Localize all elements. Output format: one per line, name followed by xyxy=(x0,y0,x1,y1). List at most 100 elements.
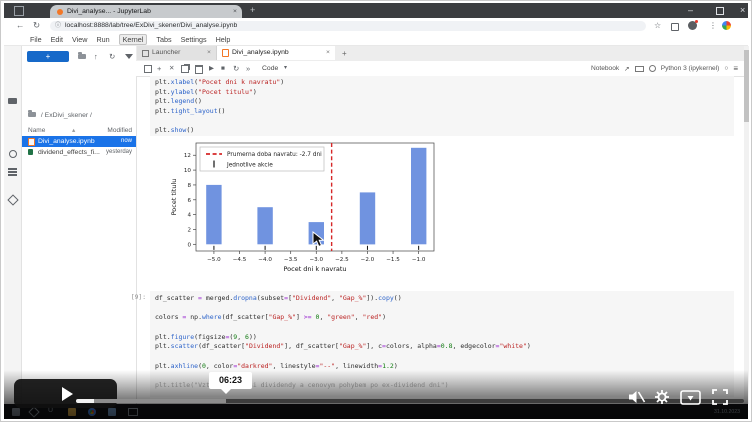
new-launcher-button[interactable]: + xyxy=(27,51,69,62)
menu-edit[interactable]: Edit xyxy=(51,35,63,44)
column-name[interactable]: Name xyxy=(28,125,45,136)
settings-gear-icon[interactable] xyxy=(654,389,670,405)
kernel-status-icon: ○ xyxy=(724,65,728,72)
stop-kernel-icon[interactable]: ■ xyxy=(221,61,225,76)
menu-settings[interactable]: Settings xyxy=(181,35,207,44)
code-line[interactable]: plt.show() xyxy=(155,126,734,136)
extension-icon[interactable] xyxy=(671,23,679,31)
kernel-settings-icon[interactable] xyxy=(649,65,656,72)
code-line[interactable]: plt.axhline(0, color="darkred", linestyl… xyxy=(155,362,734,372)
seekbar-hover[interactable] xyxy=(94,399,226,403)
play-button[interactable] xyxy=(14,379,117,408)
menu-help[interactable]: Help xyxy=(216,35,231,44)
close-tab-icon[interactable]: × xyxy=(326,46,330,60)
svg-text:Pocet titulu: Pocet titulu xyxy=(170,179,178,216)
fullscreen-icon[interactable] xyxy=(712,389,728,405)
bookmark-star-icon[interactable]: ☆ xyxy=(654,18,661,33)
url-bar[interactable]: ⓘ localhost:8888/lab/tree/ExDivi_skener/… xyxy=(50,21,646,32)
launcher-tab-label: Launcher xyxy=(152,46,180,60)
avatar-icon[interactable] xyxy=(688,21,697,30)
table-of-contents-icon[interactable] xyxy=(8,168,17,170)
menu-tabs[interactable]: Tabs xyxy=(156,35,171,44)
add-tab-icon[interactable]: + xyxy=(342,46,347,61)
window-close-icon[interactable]: × xyxy=(740,3,745,18)
windows-taskbar: U 31.10.2023 xyxy=(4,404,748,419)
mute-icon[interactable] xyxy=(628,390,646,404)
cell-type-select[interactable]: Code xyxy=(262,61,278,76)
chrome-icon[interactable] xyxy=(88,408,96,416)
url-text: localhost:8888/lab/tree/ExDivi_skener/Di… xyxy=(65,21,625,32)
code-line[interactable] xyxy=(155,117,734,127)
column-modified[interactable]: Modified xyxy=(107,125,132,136)
file-row[interactable]: dividend_effects_fi... yesterday xyxy=(22,147,136,158)
reload-icon[interactable]: ↻ xyxy=(33,18,40,33)
filter-icon[interactable] xyxy=(125,54,133,59)
refresh-files-icon[interactable]: ↻ xyxy=(109,51,115,62)
code-line[interactable]: plt.scatter(df_scatter["Dividend"], df_s… xyxy=(155,342,734,352)
browser-tab[interactable]: Divi_analyse... - JupyterLab × xyxy=(50,5,242,18)
file-explorer-icon[interactable] xyxy=(12,408,20,416)
code-line[interactable] xyxy=(155,352,734,362)
tab-launcher[interactable]: Launcher × xyxy=(137,46,217,60)
scrollbar-thumb[interactable] xyxy=(744,50,749,122)
svg-text:−3.5: −3.5 xyxy=(284,257,298,263)
code-line[interactable] xyxy=(155,323,734,333)
code-line[interactable]: plt.legend() xyxy=(155,97,734,107)
new-folder-icon[interactable] xyxy=(78,51,86,62)
restart-kernel-icon[interactable]: ↻ xyxy=(233,61,239,76)
code-line[interactable]: plt.ylabel("Pocet titulu") xyxy=(155,88,734,98)
run-cell-icon[interactable]: ▶ xyxy=(209,61,214,76)
run-all-icon[interactable]: » xyxy=(246,61,250,76)
kernel-name[interactable]: Python 3 (ipykernel) xyxy=(661,65,720,72)
running-kernels-icon[interactable] xyxy=(9,150,17,158)
menu-run[interactable]: Run xyxy=(96,35,109,44)
tab-close-icon[interactable]: × xyxy=(233,5,237,18)
seekbar-progress[interactable] xyxy=(76,399,94,403)
file-browser-icon[interactable] xyxy=(8,98,17,104)
app-icon[interactable]: U xyxy=(48,407,53,414)
taskbar-clock[interactable]: 31.10.2023 xyxy=(714,409,740,415)
profile-icon[interactable] xyxy=(722,21,731,30)
file-modified: yesterday xyxy=(106,147,132,158)
notebook-label: Notebook xyxy=(591,65,619,72)
file-browser-panel: + ↑ ↻ / ExDivi_skener / Name ▴ Modified … xyxy=(22,46,137,404)
copy-cell-icon[interactable] xyxy=(181,65,189,73)
code-line[interactable]: df_scatter = merged.dropna(subset=["Divi… xyxy=(155,294,734,304)
extension-manager-icon[interactable] xyxy=(7,194,18,205)
browser-scrollbar[interactable] xyxy=(744,46,749,404)
svg-text:−5.0: −5.0 xyxy=(207,257,221,263)
menu-view[interactable]: View xyxy=(72,35,87,44)
cut-cell-icon[interactable]: ✕ xyxy=(169,61,174,76)
launch-icon[interactable]: ↗ xyxy=(624,65,630,73)
tooltip-pointer xyxy=(221,389,231,394)
back-icon[interactable]: ← xyxy=(16,18,25,33)
browser-menu-icon[interactable]: ⋮ xyxy=(709,18,717,33)
close-tab-icon[interactable]: × xyxy=(207,46,211,60)
code-line[interactable]: plt.xlabel("Pocet dni k navratu") xyxy=(155,78,734,88)
new-tab-icon[interactable]: + xyxy=(250,3,255,18)
folder-blue-icon[interactable] xyxy=(108,408,116,416)
file-row-selected[interactable]: Divi_analyse.ipynb now xyxy=(22,136,136,147)
breadcrumb[interactable]: / ExDivi_skener / xyxy=(28,112,132,119)
tab-notebook-active[interactable]: Divi_analyse.ipynb × xyxy=(217,46,335,60)
code-line[interactable]: colors = np.where(df_scatter["Gap_%"] >=… xyxy=(155,313,734,323)
save-icon[interactable] xyxy=(144,65,152,73)
command-palette-icon[interactable] xyxy=(635,66,644,72)
window-app-icon[interactable] xyxy=(128,408,138,416)
menu-file[interactable]: File xyxy=(30,35,42,44)
code-line[interactable]: plt.tight_layout() xyxy=(155,107,734,117)
code-line[interactable]: plt.figure(figsize=(9, 6)) xyxy=(155,333,734,343)
window-minimize-icon[interactable]: – xyxy=(688,3,693,18)
pip-icon[interactable] xyxy=(680,390,702,405)
add-cell-icon[interactable]: + xyxy=(157,61,161,76)
code-cell-1[interactable]: plt.xlabel("Pocet dni k navratu")plt.yla… xyxy=(150,76,734,136)
folder-yellow-icon[interactable] xyxy=(68,408,76,416)
paste-cell-icon[interactable] xyxy=(195,65,203,74)
site-info-icon[interactable]: ⓘ xyxy=(55,21,61,32)
menu-kernel[interactable]: Kernel xyxy=(119,34,148,45)
toolbar-menu-icon[interactable]: ≡ xyxy=(733,64,738,73)
spreadsheet-file-icon xyxy=(28,149,33,155)
code-line[interactable] xyxy=(155,304,734,314)
window-maximize-icon[interactable] xyxy=(716,7,724,15)
upload-icon[interactable]: ↑ xyxy=(94,51,98,62)
